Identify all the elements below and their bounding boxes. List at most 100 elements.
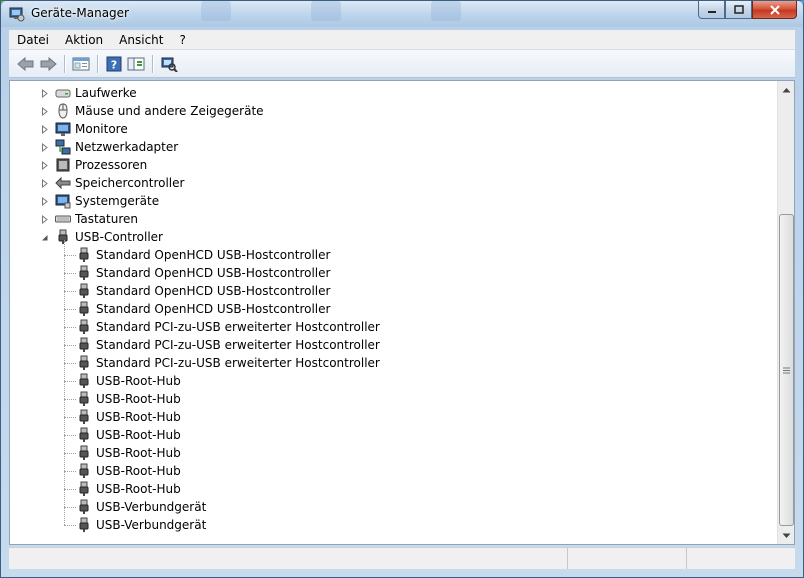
- tree-connector: [64, 489, 76, 490]
- tree-category-label: USB-Controller: [75, 230, 163, 244]
- usb-icon: [76, 427, 92, 443]
- tree-category[interactable]: Systemgeräte: [40, 192, 159, 210]
- tree-device-item[interactable]: USB-Root-Hub: [64, 408, 181, 426]
- tree-device-item[interactable]: USB-Root-Hub: [64, 444, 181, 462]
- title-bar[interactable]: Geräte-Manager: [1, 1, 803, 27]
- tree-connector: [64, 435, 76, 436]
- menu-help[interactable]: ?: [171, 30, 193, 50]
- svg-text:?: ?: [111, 58, 117, 71]
- tree-device-item[interactable]: USB-Root-Hub: [64, 462, 181, 480]
- vertical-scrollbar[interactable]: [777, 81, 794, 544]
- menu-datei[interactable]: Datei: [9, 30, 57, 50]
- tree-category[interactable]: Tastaturen: [40, 210, 138, 228]
- scan-hardware-button[interactable]: [158, 53, 180, 75]
- tree-device-label: USB-Root-Hub: [96, 446, 181, 460]
- status-cell-2: [568, 548, 688, 569]
- help-icon: ?: [106, 56, 122, 71]
- tree-connector: [64, 471, 76, 472]
- tree-category[interactable]: Speichercontroller: [40, 174, 184, 192]
- tree-category-label: Netzwerkadapter: [75, 140, 179, 154]
- tree-connector: [64, 417, 76, 418]
- scroll-thumb[interactable]: [779, 214, 794, 526]
- tree-device-item[interactable]: USB-Root-Hub: [64, 390, 181, 408]
- window-controls: [698, 1, 797, 19]
- tree-device-label: USB-Root-Hub: [96, 392, 181, 406]
- tree-category-label: Monitore: [75, 122, 128, 136]
- toolbar-separator: [97, 54, 98, 73]
- storage-controller-icon: [55, 175, 71, 191]
- maximize-button[interactable]: [725, 1, 752, 19]
- tree-connector: [64, 525, 76, 526]
- tree-device-item[interactable]: Standard PCI-zu-USB erweiterter Hostcont…: [64, 354, 380, 372]
- tree-category-label: Speichercontroller: [75, 176, 185, 190]
- toolbar-separator: [152, 54, 153, 73]
- usb-icon: [76, 283, 92, 299]
- tree-device-item[interactable]: Standard OpenHCD USB-Hostcontroller: [64, 282, 331, 300]
- tree-device-item[interactable]: USB-Verbundgerät: [64, 516, 206, 534]
- maximize-icon: [733, 5, 744, 14]
- usb-icon: [76, 301, 92, 317]
- toolbar-separator: [64, 54, 65, 73]
- expand-toggle-icon[interactable]: [40, 142, 49, 152]
- close-icon: [769, 4, 780, 15]
- tree-view-button[interactable]: [125, 53, 147, 75]
- expand-toggle-icon[interactable]: [40, 178, 49, 188]
- usb-icon: [76, 409, 92, 425]
- tree-category[interactable]: Monitore: [40, 120, 128, 138]
- monitor-icon: [55, 121, 71, 137]
- expand-toggle-icon[interactable]: [40, 88, 49, 98]
- tree-device-label: USB-Verbundgerät: [96, 500, 207, 514]
- tree-device-label: Standard OpenHCD USB-Hostcontroller: [96, 266, 331, 280]
- scan-hardware-icon: [161, 57, 178, 72]
- tree-device-item[interactable]: USB-Verbundgerät: [64, 498, 207, 516]
- menu-ansicht[interactable]: Ansicht: [111, 30, 171, 50]
- tree-connector: [64, 507, 76, 508]
- tree-category[interactable]: Prozessoren: [40, 156, 147, 174]
- scroll-up-button[interactable]: [778, 81, 794, 98]
- device-tree: Laufwerke Mäuse und andere Zeigegeräte Mon…: [10, 81, 777, 544]
- status-cell-main: [9, 548, 568, 569]
- tree-device-item[interactable]: Standard OpenHCD USB-Hostcontroller: [64, 246, 330, 264]
- minimize-button[interactable]: [698, 1, 725, 19]
- close-button[interactable]: [752, 1, 797, 19]
- expand-toggle-icon[interactable]: [40, 160, 49, 170]
- tree-device-item[interactable]: Standard OpenHCD USB-Hostcontroller: [64, 300, 330, 318]
- scroll-down-button[interactable]: [778, 527, 794, 544]
- usb-icon: [76, 355, 92, 371]
- minimize-icon: [707, 10, 716, 13]
- tree-category[interactable]: Laufwerke: [40, 84, 137, 102]
- expand-toggle-icon[interactable]: [40, 106, 49, 116]
- tree-connector: [64, 273, 76, 274]
- usb-icon: [55, 229, 71, 245]
- usb-icon: [76, 319, 92, 335]
- tree-device-label: USB-Root-Hub: [96, 428, 181, 442]
- expand-toggle-icon[interactable]: [40, 214, 49, 224]
- tree-category[interactable]: Mäuse und andere Zeigegeräte: [40, 102, 264, 120]
- tree-device-item[interactable]: USB-Root-Hub: [64, 480, 181, 498]
- tree-category[interactable]: Netzwerkadapter: [40, 138, 178, 156]
- collapse-toggle-icon[interactable]: [40, 233, 49, 242]
- help-button[interactable]: ?: [103, 53, 125, 75]
- status-bar: [9, 547, 795, 569]
- tree-device-item[interactable]: Standard PCI-zu-USB erweiterter Hostcont…: [64, 336, 380, 354]
- usb-icon: [76, 463, 92, 479]
- tree-device-label: USB-Root-Hub: [96, 482, 181, 496]
- tree-connector: [64, 453, 76, 454]
- expand-toggle-icon[interactable]: [40, 196, 49, 206]
- tree-device-item[interactable]: Standard OpenHCD USB-Hostcontroller: [64, 264, 331, 282]
- tree-category[interactable]: USB-Controller: [40, 228, 163, 246]
- drive-icon: [55, 85, 71, 101]
- tree-device-item[interactable]: USB-Root-Hub: [64, 426, 181, 444]
- tree-device-item[interactable]: USB-Root-Hub: [64, 372, 181, 390]
- tree-device-item[interactable]: Standard PCI-zu-USB erweiterter Hostcont…: [64, 318, 380, 336]
- forward-button[interactable]: [37, 53, 59, 75]
- expand-toggle-icon[interactable]: [40, 124, 49, 134]
- properties-button[interactable]: [70, 53, 92, 75]
- usb-icon: [76, 445, 92, 461]
- menu-aktion[interactable]: Aktion: [57, 30, 111, 50]
- back-button[interactable]: [15, 53, 37, 75]
- tree-connector: [64, 381, 76, 382]
- usb-icon: [76, 391, 92, 407]
- tree-device-label: Standard OpenHCD USB-Hostcontroller: [96, 284, 331, 298]
- window-title: Geräte-Manager: [31, 6, 129, 20]
